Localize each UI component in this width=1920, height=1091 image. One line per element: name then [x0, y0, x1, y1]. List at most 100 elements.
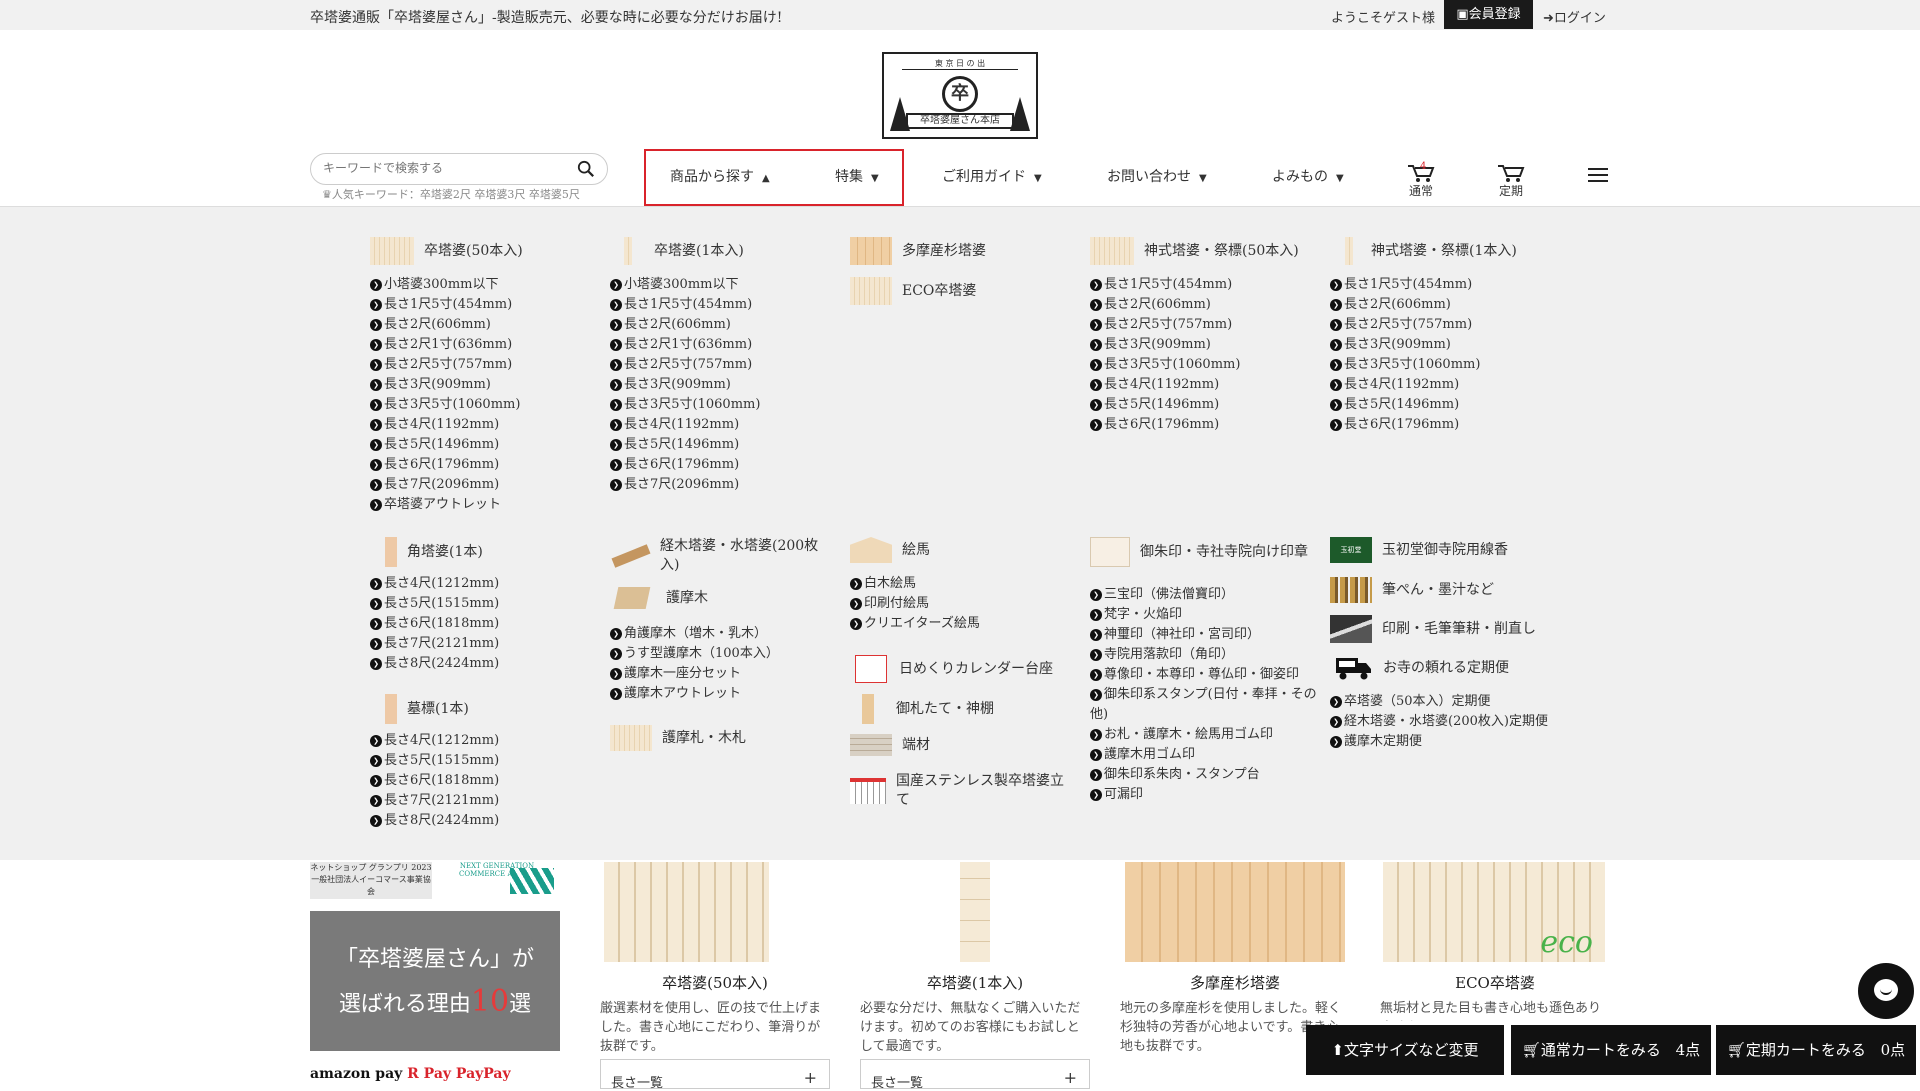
menu-link[interactable]: 長さ5尺(1496mm)	[610, 435, 760, 455]
nav-products[interactable]: 商品から探す ▲	[670, 166, 770, 186]
menu-link[interactable]: 長さ7尺(2096mm)	[610, 475, 760, 495]
menu-link[interactable]: 長さ2尺1寸(636mm)	[610, 335, 760, 355]
menu-link[interactable]: 長さ5尺(1515mm)	[370, 594, 499, 614]
menu-link[interactable]: 長さ3尺5寸(1060mm)	[370, 395, 520, 415]
cart-regular-button[interactable]: 定期	[1491, 164, 1531, 199]
menu-link[interactable]: 護摩木一座分セット	[610, 664, 779, 684]
product-image-eco[interactable]: eco	[1383, 862, 1605, 962]
menu-link[interactable]: 長さ1尺5寸(454mm)	[1090, 275, 1240, 295]
menu-link[interactable]: 長さ2尺1寸(636mm)	[370, 335, 520, 355]
menu-link[interactable]: 長さ2尺5寸(757mm)	[370, 355, 520, 375]
menu-link[interactable]: 長さ8尺(2424mm)	[370, 654, 499, 674]
award-banner-2[interactable]: NEXT GENERATION COMMERCE AWARD	[440, 862, 554, 899]
menu-link[interactable]: 長さ3尺5寸(1060mm)	[1090, 355, 1240, 375]
menu-icon[interactable]	[1588, 168, 1608, 184]
menu-link[interactable]: 長さ3尺(909mm)	[370, 375, 520, 395]
category-kaku[interactable]: 角塔婆(1本)	[385, 537, 483, 567]
search-input[interactable]	[323, 161, 563, 175]
menu-link[interactable]: 長さ6尺(1796mm)	[370, 455, 520, 475]
menu-link[interactable]: 長さ2尺5寸(757mm)	[1090, 315, 1240, 335]
category-ofuda[interactable]: 御札たて・神棚	[862, 694, 994, 724]
menu-link[interactable]: 御朱印系スタンプ(日付・奉拝・その他)	[1090, 685, 1320, 725]
menu-link[interactable]: 長さ3尺(909mm)	[1330, 335, 1480, 355]
menu-link[interactable]: 卒塔婆（50本入）定期便	[1330, 692, 1560, 712]
category-sotoba1[interactable]: 卒塔婆(1本入)	[624, 237, 744, 265]
nav-contact[interactable]: お問い合わせ ▼	[1107, 166, 1207, 186]
menu-link[interactable]: 梵字・火焔印	[1090, 605, 1320, 625]
menu-link[interactable]: 角護摩木（増木・乳木）	[610, 624, 779, 644]
menu-link[interactable]: 長さ5尺(1496mm)	[1330, 395, 1480, 415]
view-regular-cart-button[interactable]: 🛒︎定期カートをみる 0点	[1716, 1025, 1916, 1075]
menu-link[interactable]: 長さ2尺(606mm)	[370, 315, 520, 335]
length-select[interactable]: 長さ一覧 +	[600, 1059, 830, 1091]
product-title[interactable]: 多摩産杉塔婆	[1120, 972, 1350, 993]
menu-link[interactable]: 卒塔婆アウトレット	[370, 495, 520, 515]
cart-normal-button[interactable]: 4 通常	[1401, 161, 1441, 199]
category-fude[interactable]: 筆ぺん・墨汁など	[1330, 577, 1494, 603]
category-goshuin[interactable]: 御朱印・寺社寺院向け印章	[1090, 537, 1315, 567]
category-shinto50[interactable]: 神式塔婆・祭標(50本入)	[1090, 237, 1299, 265]
product-title[interactable]: 卒塔婆(50本入)	[600, 972, 830, 993]
category-calendar[interactable]: 日めくりカレンダー台座	[855, 655, 1053, 683]
menu-link[interactable]: 長さ4尺(1192mm)	[1330, 375, 1480, 395]
menu-link[interactable]: 長さ2尺(606mm)	[610, 315, 760, 335]
menu-link[interactable]: 御朱印系朱肉・スタンプ台	[1090, 765, 1320, 785]
category-teiki[interactable]: お寺の頼れる定期便	[1335, 655, 1509, 681]
category-sotoba50[interactable]: 卒塔婆(50本入)	[370, 237, 523, 265]
menu-link[interactable]: うす型護摩木（100本入）	[610, 644, 779, 664]
category-insatsu[interactable]: 印刷・毛筆筆耕・削直し	[1330, 615, 1536, 643]
menu-link[interactable]: 長さ4尺(1192mm)	[370, 415, 520, 435]
menu-link[interactable]: 尊像印・本尊印・尊仏印・御姿印	[1090, 665, 1320, 685]
category-bohyo[interactable]: 墓標(1本)	[385, 694, 469, 724]
product-image-tama[interactable]	[1125, 862, 1345, 962]
menu-link[interactable]: 長さ4尺(1192mm)	[610, 415, 760, 435]
menu-link[interactable]: 小塔婆300mm以下	[610, 275, 760, 295]
category-hazai[interactable]: 端材	[850, 734, 930, 756]
menu-link[interactable]: 長さ7尺(2096mm)	[370, 475, 520, 495]
menu-link[interactable]: 長さ4尺(1212mm)	[370, 574, 499, 594]
chat-button[interactable]	[1858, 963, 1914, 1019]
product-image-sotoba50[interactable]	[604, 862, 769, 962]
reason-banner[interactable]: 「卒塔婆屋さん」が 選ばれる理由10選	[310, 911, 560, 1051]
category-stand[interactable]: 国産ステンレス製卒塔婆立て	[850, 772, 1075, 810]
menu-link[interactable]: 長さ4尺(1212mm)	[370, 731, 499, 751]
category-ema[interactable]: 絵馬	[850, 537, 930, 563]
menu-link[interactable]: 可漏印	[1090, 785, 1320, 805]
menu-link[interactable]: 長さ3尺5寸(1060mm)	[610, 395, 760, 415]
register-button[interactable]: ▣会員登録	[1444, 0, 1533, 29]
menu-link[interactable]: 三宝印（佛法僧寶印）	[1090, 585, 1320, 605]
product-title[interactable]: 卒塔婆(1本入)	[860, 972, 1090, 993]
menu-link[interactable]: 小塔婆300mm以下	[370, 275, 520, 295]
award-banner-1[interactable]: ネットショップ グランプリ 2023 一般社団法人イーコマース事業協会	[310, 862, 432, 899]
length-select[interactable]: 長さ一覧 +	[860, 1059, 1090, 1091]
menu-link[interactable]: 長さ3尺(909mm)	[610, 375, 760, 395]
menu-link[interactable]: 長さ1尺5寸(454mm)	[610, 295, 760, 315]
menu-link[interactable]: 長さ1尺5寸(454mm)	[1330, 275, 1480, 295]
font-size-button[interactable]: ⬆文字サイズなど変更	[1306, 1025, 1504, 1075]
menu-link[interactable]: 長さ7尺(2121mm)	[370, 634, 499, 654]
menu-link[interactable]: 護摩木定期便	[1330, 732, 1560, 752]
menu-link[interactable]: 長さ5尺(1496mm)	[1090, 395, 1240, 415]
product-image-sotoba1[interactable]	[960, 862, 990, 962]
menu-link[interactable]: 長さ6尺(1818mm)	[370, 771, 499, 791]
site-logo[interactable]: 東 京 日 の 出 卒 卒塔婆屋さん本店	[882, 52, 1038, 139]
menu-link[interactable]: 護摩木用ゴム印	[1090, 745, 1320, 765]
menu-link[interactable]: 神璽印（神社印・宮司印）	[1090, 625, 1320, 645]
menu-link[interactable]: 長さ6尺(1796mm)	[610, 455, 760, 475]
menu-link[interactable]: 長さ6尺(1796mm)	[1330, 415, 1480, 435]
menu-link[interactable]: クリエイターズ絵馬	[850, 614, 980, 634]
nav-reading[interactable]: よみもの ▼	[1272, 166, 1344, 186]
menu-link[interactable]: 長さ5尺(1515mm)	[370, 751, 499, 771]
menu-link[interactable]: 長さ1尺5寸(454mm)	[370, 295, 520, 315]
menu-link[interactable]: 長さ6尺(1818mm)	[370, 614, 499, 634]
nav-guide[interactable]: ご利用ガイド ▼	[942, 166, 1042, 186]
menu-link[interactable]: お札・護摩木・絵馬用ゴム印	[1090, 725, 1320, 745]
menu-link[interactable]: 長さ2尺5寸(757mm)	[610, 355, 760, 375]
menu-link[interactable]: 印刷付絵馬	[850, 594, 980, 614]
menu-link[interactable]: 長さ2尺5寸(757mm)	[1330, 315, 1480, 335]
category-eco[interactable]: ECO卒塔婆	[850, 277, 976, 305]
menu-link[interactable]: 長さ7尺(2121mm)	[370, 791, 499, 811]
menu-link[interactable]: 長さ4尺(1192mm)	[1090, 375, 1240, 395]
category-shinto1[interactable]: 神式塔婆・祭標(1本入)	[1345, 237, 1517, 265]
menu-link[interactable]: 長さ2尺(606mm)	[1330, 295, 1480, 315]
